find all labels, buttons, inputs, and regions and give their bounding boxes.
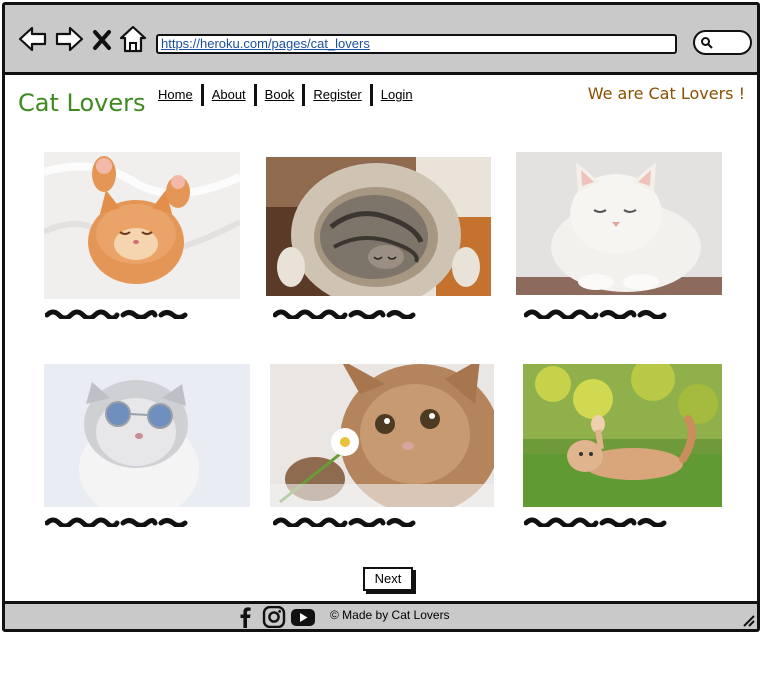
close-icon[interactable] bbox=[91, 23, 113, 55]
browser-toolbar: https://heroku.com/pages/cat_lovers bbox=[5, 5, 757, 75]
nav-about-link[interactable]: About bbox=[200, 84, 254, 106]
nav-register-link[interactable]: Register bbox=[302, 84, 369, 106]
resize-grip-icon[interactable] bbox=[741, 613, 755, 627]
cat-photo-4[interactable] bbox=[44, 364, 250, 507]
cat-photo-6[interactable] bbox=[523, 364, 722, 507]
cat-photo-3[interactable] bbox=[516, 152, 722, 295]
cat-photo-5[interactable] bbox=[270, 364, 494, 507]
forward-arrow-icon[interactable] bbox=[53, 23, 85, 55]
brand-logo[interactable]: Cat Lovers bbox=[18, 89, 145, 117]
photo-caption-2 bbox=[272, 307, 419, 321]
site-slogan: We are Cat Lovers ! bbox=[587, 84, 745, 103]
nav-book-link[interactable]: Book bbox=[253, 84, 303, 106]
cat-photo-1[interactable] bbox=[44, 152, 240, 299]
copyright-text: © Made by Cat Lovers bbox=[330, 608, 450, 622]
back-arrow-icon[interactable] bbox=[17, 23, 49, 55]
address-bar[interactable]: https://heroku.com/pages/cat_lovers bbox=[156, 34, 677, 54]
nav-home-link[interactable]: Home bbox=[155, 84, 201, 106]
photo-caption-4 bbox=[44, 515, 191, 529]
nav-login-link[interactable]: Login bbox=[369, 84, 421, 106]
browser-window: https://heroku.com/pages/cat_lovers Cat … bbox=[2, 2, 760, 632]
photo-caption-6 bbox=[523, 515, 670, 529]
home-icon[interactable] bbox=[117, 23, 149, 55]
photo-caption-5 bbox=[272, 515, 419, 529]
page-footer: © Made by Cat Lovers bbox=[5, 601, 757, 629]
photo-caption-1 bbox=[44, 307, 191, 321]
next-button[interactable]: Next bbox=[363, 567, 413, 591]
youtube-icon[interactable] bbox=[290, 606, 316, 628]
cat-photo-2[interactable] bbox=[266, 157, 491, 296]
photo-caption-3 bbox=[523, 307, 670, 321]
search-icon bbox=[700, 36, 713, 49]
facebook-icon[interactable] bbox=[233, 606, 257, 628]
main-nav: Home About Book Register Login bbox=[155, 83, 421, 107]
instagram-icon[interactable] bbox=[262, 605, 286, 629]
search-box[interactable] bbox=[693, 30, 752, 55]
